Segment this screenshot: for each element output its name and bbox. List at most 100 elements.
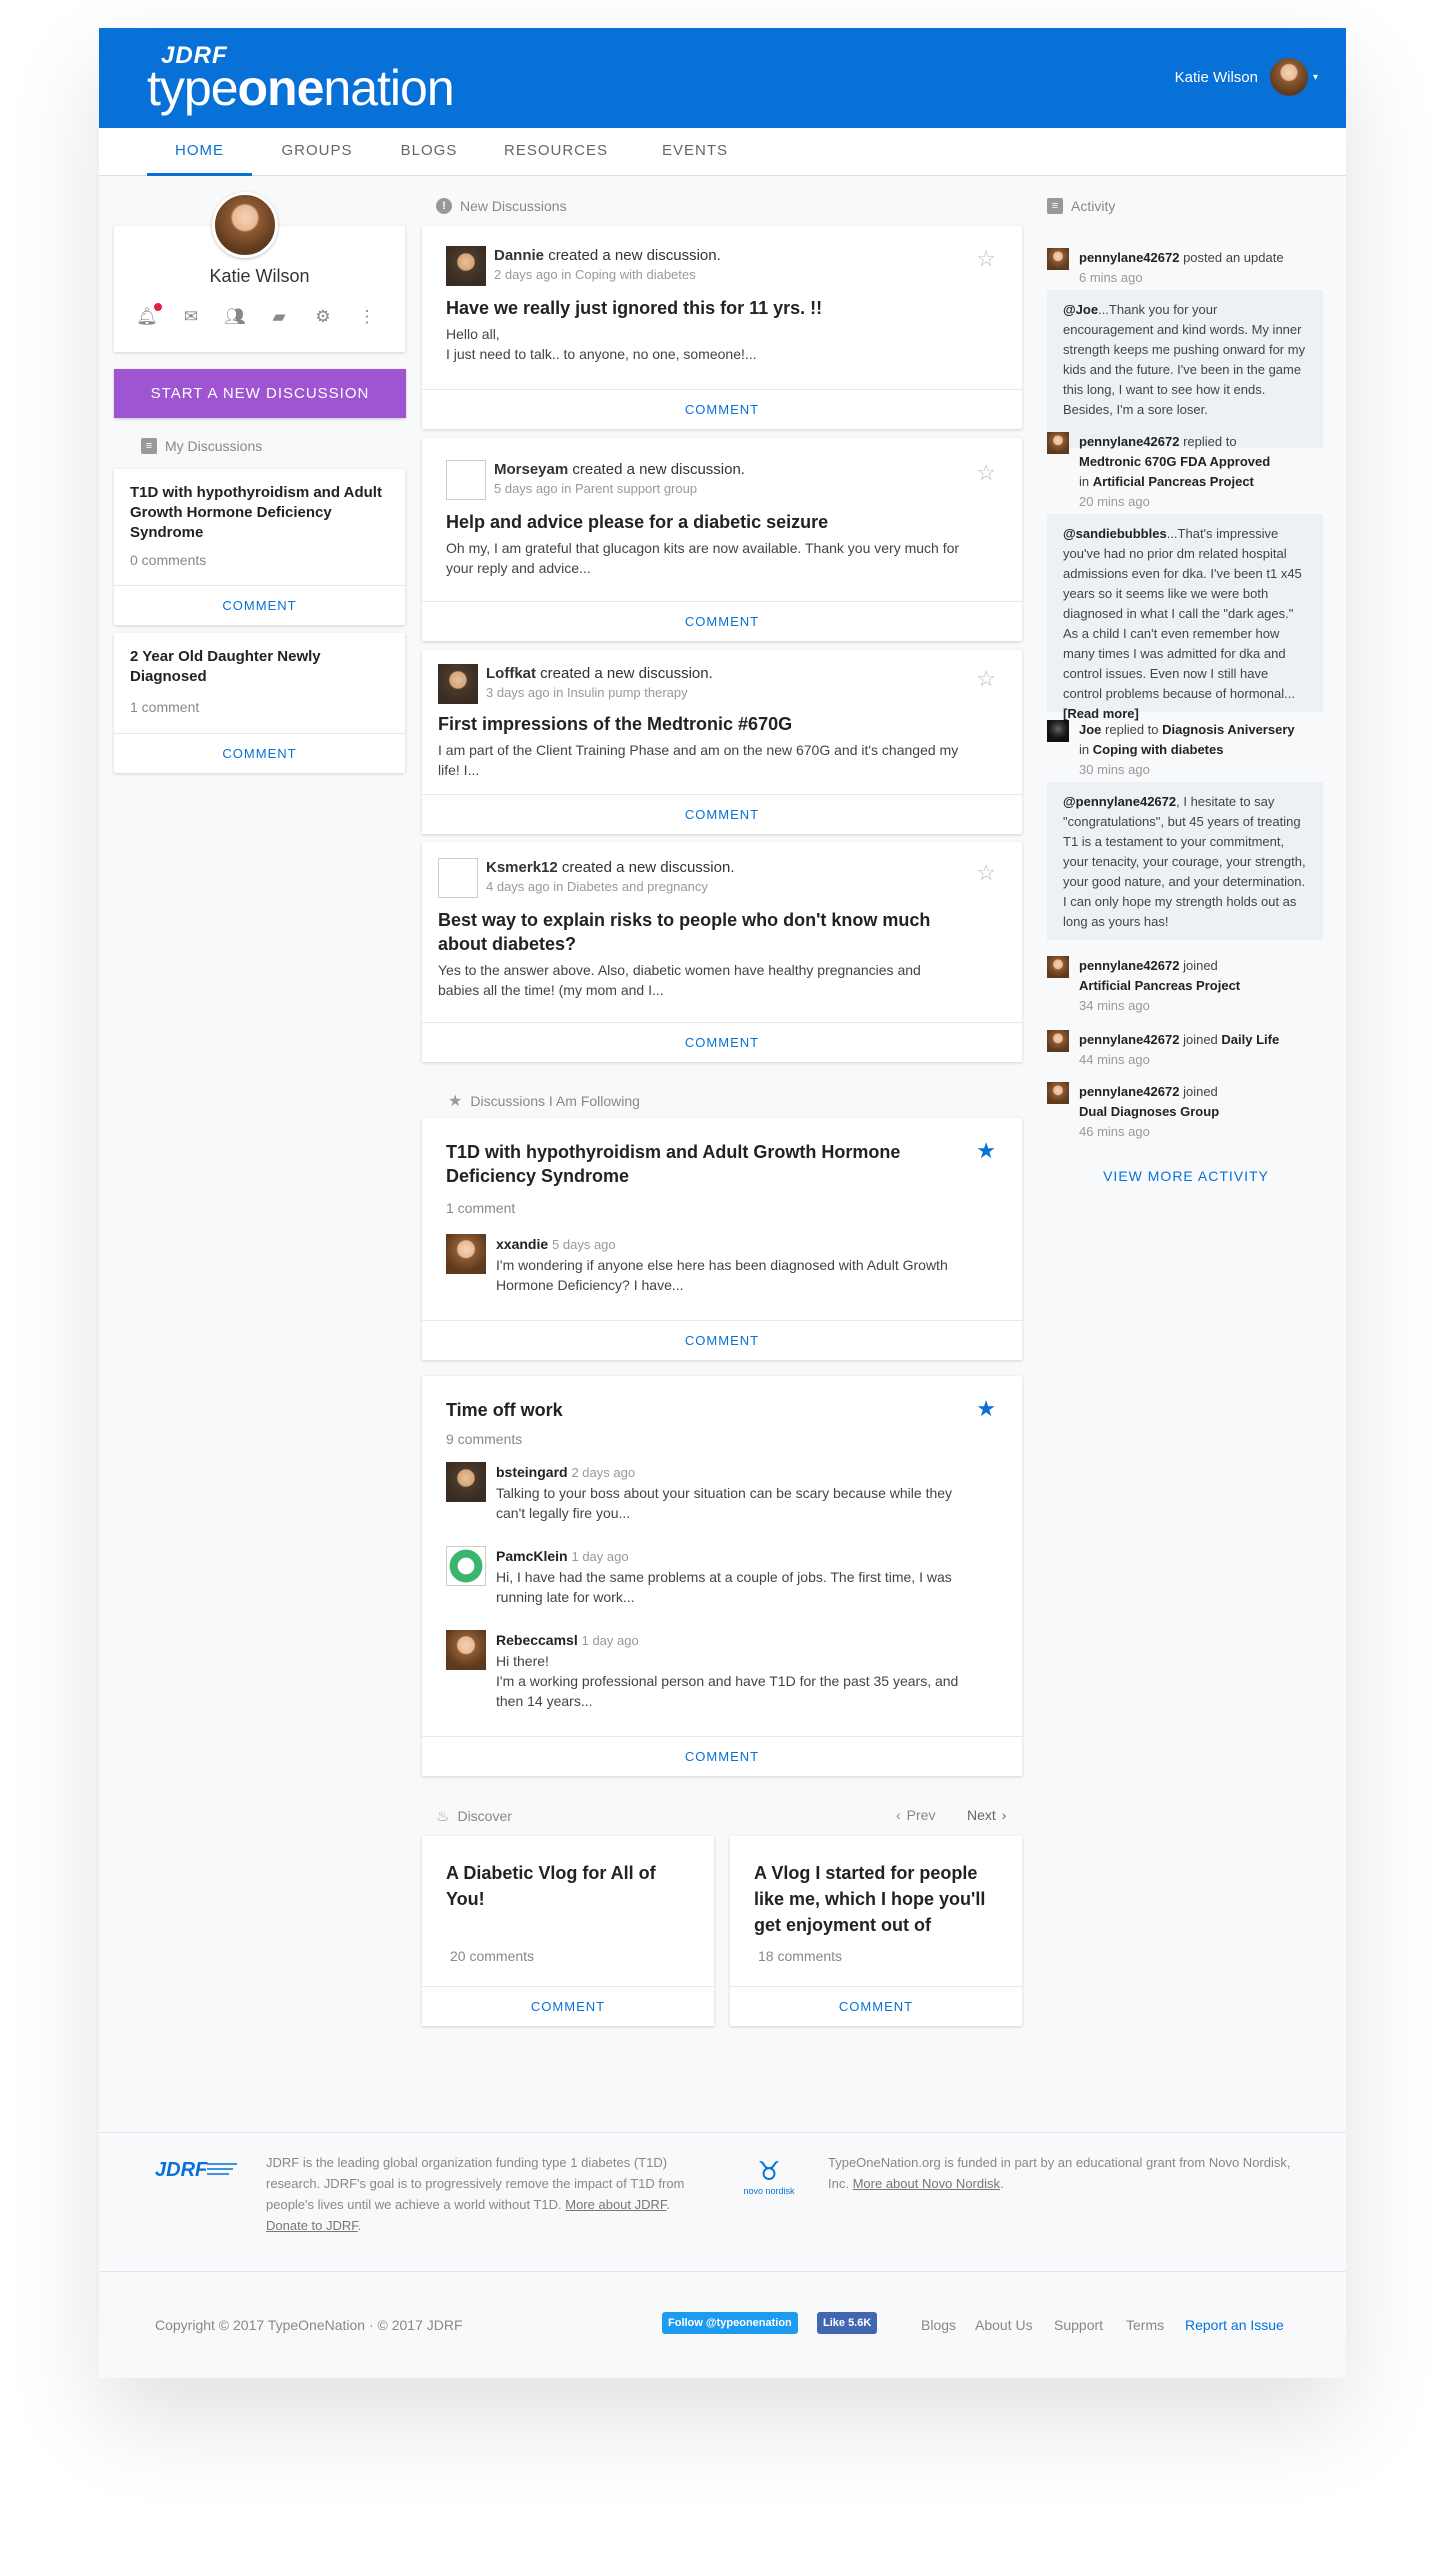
avatar[interactable] xyxy=(1047,720,1069,742)
author-name[interactable]: Morseyam xyxy=(494,461,568,478)
star-icon[interactable]: ☆ xyxy=(976,460,996,486)
more-icon[interactable]: ⋮ xyxy=(356,306,378,328)
reply-author[interactable]: Rebeccamsl xyxy=(496,1632,578,1648)
avatar[interactable] xyxy=(1047,1030,1069,1052)
avatar[interactable] xyxy=(446,460,486,500)
following-card[interactable]: T1D with hypothyroidism and Adult Growth… xyxy=(422,1118,1022,1360)
avatar[interactable] xyxy=(446,246,486,286)
reply-author[interactable]: bsteingard xyxy=(496,1464,568,1480)
tab-home[interactable]: HOME xyxy=(147,128,252,176)
avatar[interactable] xyxy=(446,1546,486,1586)
activity-user[interactable]: pennylane42672 xyxy=(1079,1084,1179,1099)
user-menu[interactable]: Katie Wilson ▾ xyxy=(1175,58,1318,96)
avatar[interactable] xyxy=(1047,432,1069,454)
comment-button[interactable]: COMMENT xyxy=(114,585,405,625)
discover-title[interactable]: A Diabetic Vlog for All of You! xyxy=(446,1860,686,1912)
jdrf-footer-logo[interactable]: JDRF xyxy=(155,2156,239,2182)
avatar[interactable] xyxy=(1047,1082,1069,1104)
activity-user[interactable]: pennylane42672 xyxy=(1079,434,1179,449)
star-icon[interactable]: ☆ xyxy=(976,246,996,272)
activity-user[interactable]: Joe xyxy=(1079,722,1101,737)
novo-nordisk-logo[interactable]: ♉︎ novo nordisk xyxy=(739,2156,799,2202)
avatar[interactable] xyxy=(438,664,478,704)
avatar[interactable] xyxy=(446,1630,486,1670)
discussion-title[interactable]: First impressions of the Medtronic #670G xyxy=(438,712,962,736)
discussion-title[interactable]: Best way to explain risks to people who … xyxy=(438,908,962,956)
activity-group[interactable]: Dual Diagnoses Group xyxy=(1079,1104,1219,1119)
comment-button[interactable]: COMMENT xyxy=(730,1986,1022,2026)
activity-target[interactable]: Medtronic 670G FDA Approved xyxy=(1079,454,1270,469)
author-name[interactable]: Dannie xyxy=(494,247,544,264)
discover-card[interactable]: A Vlog I started for people like me, whi… xyxy=(730,1836,1022,2026)
comment-button[interactable]: COMMENT xyxy=(114,733,405,773)
novo-more-link[interactable]: More about Novo Nordisk xyxy=(853,2176,1000,2191)
discussion-card[interactable]: Dannie created a new discussion. 2 days … xyxy=(422,226,1022,429)
chat-icon[interactable]: ▰ xyxy=(268,306,290,328)
tab-resources[interactable]: RESOURCES xyxy=(501,128,611,176)
activity-target[interactable]: Diagnosis Aniversery xyxy=(1162,722,1294,737)
activity-group[interactable]: Artificial Pancreas Project xyxy=(1079,978,1240,993)
following-card[interactable]: Time off work ★ 9 comments bsteingard 2 … xyxy=(422,1376,1022,1776)
mention[interactable]: @sandiebubbles xyxy=(1063,526,1167,541)
mention[interactable]: @pennylane42672 xyxy=(1063,794,1176,809)
comment-button[interactable]: COMMENT xyxy=(422,1986,714,2026)
discussion-card[interactable]: Morseyam created a new discussion. 5 day… xyxy=(422,438,1022,641)
comment-button[interactable]: COMMENT xyxy=(422,601,1022,641)
comment-button[interactable]: COMMENT xyxy=(422,794,1022,834)
tab-events[interactable]: EVENTS xyxy=(655,128,735,176)
avatar[interactable] xyxy=(446,1234,486,1274)
comment-button[interactable]: COMMENT xyxy=(422,389,1022,429)
activity-user[interactable]: pennylane42672 xyxy=(1079,250,1179,265)
discussion-title[interactable]: 2 Year Old Daughter Newly Diagnosed xyxy=(130,647,390,687)
mail-icon[interactable]: ✉ xyxy=(180,306,202,328)
view-more-activity-link[interactable]: VIEW MORE ACTIVITY xyxy=(1047,1168,1325,1184)
start-discussion-button[interactable]: START A NEW DISCUSSION xyxy=(114,369,406,418)
profile-avatar[interactable] xyxy=(212,192,278,258)
discussion-title[interactable]: Have we really just ignored this for 11 … xyxy=(446,296,962,320)
star-filled-icon[interactable]: ★ xyxy=(976,1138,996,1164)
discussion-title[interactable]: T1D with hypothyroidism and Adult Growth… xyxy=(446,1140,962,1188)
activity-user[interactable]: pennylane42672 xyxy=(1079,958,1179,973)
twitter-follow-button[interactable]: Follow @typeonenation xyxy=(662,2312,798,2334)
activity-group[interactable]: Daily Life xyxy=(1221,1032,1279,1047)
mention[interactable]: @Joe xyxy=(1063,302,1098,317)
my-discussion-card[interactable]: 2 Year Old Daughter Newly Diagnosed 1 co… xyxy=(114,633,405,773)
discussion-card[interactable]: Loffkat created a new discussion. 3 days… xyxy=(422,650,1022,834)
discussion-title[interactable]: T1D with hypothyroidism and Adult Growth… xyxy=(130,483,390,543)
jdrf-donate-link[interactable]: Donate to JDRF xyxy=(266,2218,358,2233)
activity-group[interactable]: Artificial Pancreas Project xyxy=(1093,474,1254,489)
tab-blogs[interactable]: BLOGS xyxy=(389,128,469,176)
comment-button[interactable]: COMMENT xyxy=(422,1022,1022,1062)
avatar[interactable] xyxy=(446,1462,486,1502)
discover-card[interactable]: A Diabetic Vlog for All of You! 20 comme… xyxy=(422,1836,714,2026)
gear-icon[interactable]: ⚙ xyxy=(312,306,334,328)
my-discussion-card[interactable]: T1D with hypothyroidism and Adult Growth… xyxy=(114,469,405,625)
discussion-card[interactable]: Ksmerk12 created a new discussion. 4 day… xyxy=(422,842,1022,1062)
discover-prev[interactable]: ‹ Prev xyxy=(896,1807,935,1823)
footer-link-terms[interactable]: Terms xyxy=(1126,2317,1164,2333)
discover-title[interactable]: A Vlog I started for people like me, whi… xyxy=(754,1860,1004,1938)
author-name[interactable]: Ksmerk12 xyxy=(486,859,558,876)
activity-group[interactable]: Coping with diabetes xyxy=(1093,742,1224,757)
report-issue-link[interactable]: Report an Issue xyxy=(1185,2317,1284,2333)
read-more-link[interactable]: [Read more] xyxy=(1063,706,1139,721)
star-filled-icon[interactable]: ★ xyxy=(976,1396,996,1422)
comment-button[interactable]: COMMENT xyxy=(422,1736,1022,1776)
author-name[interactable]: Loffkat xyxy=(486,665,536,682)
avatar[interactable] xyxy=(1047,956,1069,978)
star-icon[interactable]: ☆ xyxy=(976,860,996,886)
footer-link-support[interactable]: Support xyxy=(1054,2317,1103,2333)
footer-link-blogs[interactable]: Blogs xyxy=(921,2317,956,2333)
discussion-title[interactable]: Help and advice please for a diabetic se… xyxy=(446,510,962,534)
discussion-title[interactable]: Time off work xyxy=(446,1398,962,1422)
star-icon[interactable]: ☆ xyxy=(976,666,996,692)
avatar[interactable] xyxy=(438,858,478,898)
avatar[interactable] xyxy=(1047,248,1069,270)
reply-author[interactable]: xxandie xyxy=(496,1236,548,1252)
people-icon[interactable]: 👥︎ xyxy=(224,306,246,328)
activity-user[interactable]: pennylane42672 xyxy=(1079,1032,1179,1047)
tab-groups[interactable]: GROUPS xyxy=(267,128,367,176)
footer-link-about[interactable]: About Us xyxy=(975,2317,1033,2333)
jdrf-more-link[interactable]: More about JDRF xyxy=(565,2197,666,2212)
facebook-like-button[interactable]: Like 5.6K xyxy=(817,2312,878,2334)
